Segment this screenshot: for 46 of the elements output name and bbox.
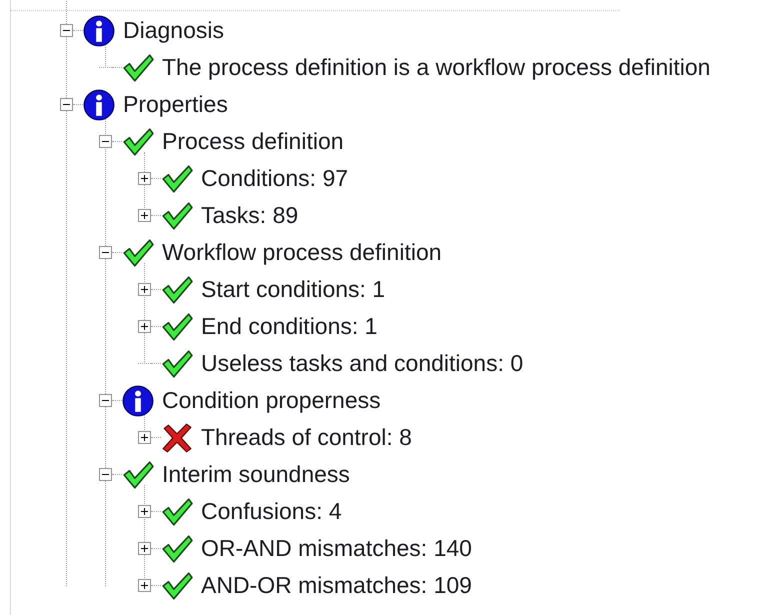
tree-item-label[interactable]: Properties (123, 87, 228, 122)
tree-item-label[interactable]: Condition properness (162, 383, 381, 418)
checkmark-icon (161, 570, 193, 600)
checkmark-icon (161, 534, 193, 564)
expander-box[interactable] (138, 172, 151, 185)
checkmark-icon (122, 126, 154, 156)
expander-box[interactable] (138, 505, 151, 518)
tree-item-label[interactable]: Interim soundness (162, 457, 350, 492)
checkmark-icon (161, 348, 193, 378)
checkmark-icon (122, 238, 154, 268)
expander-box[interactable] (138, 283, 151, 296)
expander-box[interactable] (99, 246, 112, 259)
checkmark-icon (122, 52, 154, 82)
checkmark-icon (161, 200, 193, 230)
expander-box[interactable] (99, 135, 112, 148)
tree-item-label[interactable]: Process definition (162, 124, 344, 159)
checkmark-icon (161, 164, 193, 194)
checkmark-icon (161, 312, 193, 342)
tree-item-label[interactable]: Diagnosis (123, 13, 224, 48)
tree-item-label[interactable]: Threads of control: 8 (201, 420, 412, 455)
tree-item-label[interactable]: Conditions: 97 (201, 161, 348, 196)
tree-item-label[interactable]: Start conditions: 1 (201, 272, 386, 307)
expander-box[interactable] (99, 394, 112, 407)
expander-box[interactable] (138, 320, 151, 333)
expander-box[interactable] (138, 431, 151, 444)
cross-icon (161, 422, 193, 452)
info-icon (83, 14, 115, 46)
tree-item-label[interactable]: OR-AND mismatches: 140 (201, 531, 472, 566)
expander-box[interactable] (138, 209, 151, 222)
info-icon (122, 384, 154, 416)
tree-item-label[interactable]: Tasks: 89 (201, 198, 298, 233)
checkmark-icon (122, 460, 154, 490)
expander-box[interactable] (138, 579, 151, 592)
tree-item-label[interactable]: Workflow process definition (162, 235, 442, 270)
checkmark-icon (161, 274, 193, 304)
expander-box[interactable] (60, 98, 73, 111)
tree-item-label[interactable]: The process definition is a workflow process definition (162, 50, 710, 85)
tree-item-label[interactable]: Useless tasks and conditions: 0 (201, 346, 524, 381)
expander-box[interactable] (138, 542, 151, 555)
tree-item-label[interactable]: End conditions: 1 (201, 309, 378, 344)
checkmark-icon (161, 496, 193, 526)
info-icon (83, 88, 115, 120)
expander-box[interactable] (60, 24, 73, 37)
tree-item-label[interactable]: Confusions: 4 (201, 494, 342, 529)
tree-item-label[interactable]: AND-OR mismatches: 109 (201, 568, 472, 603)
expander-box[interactable] (99, 468, 112, 481)
